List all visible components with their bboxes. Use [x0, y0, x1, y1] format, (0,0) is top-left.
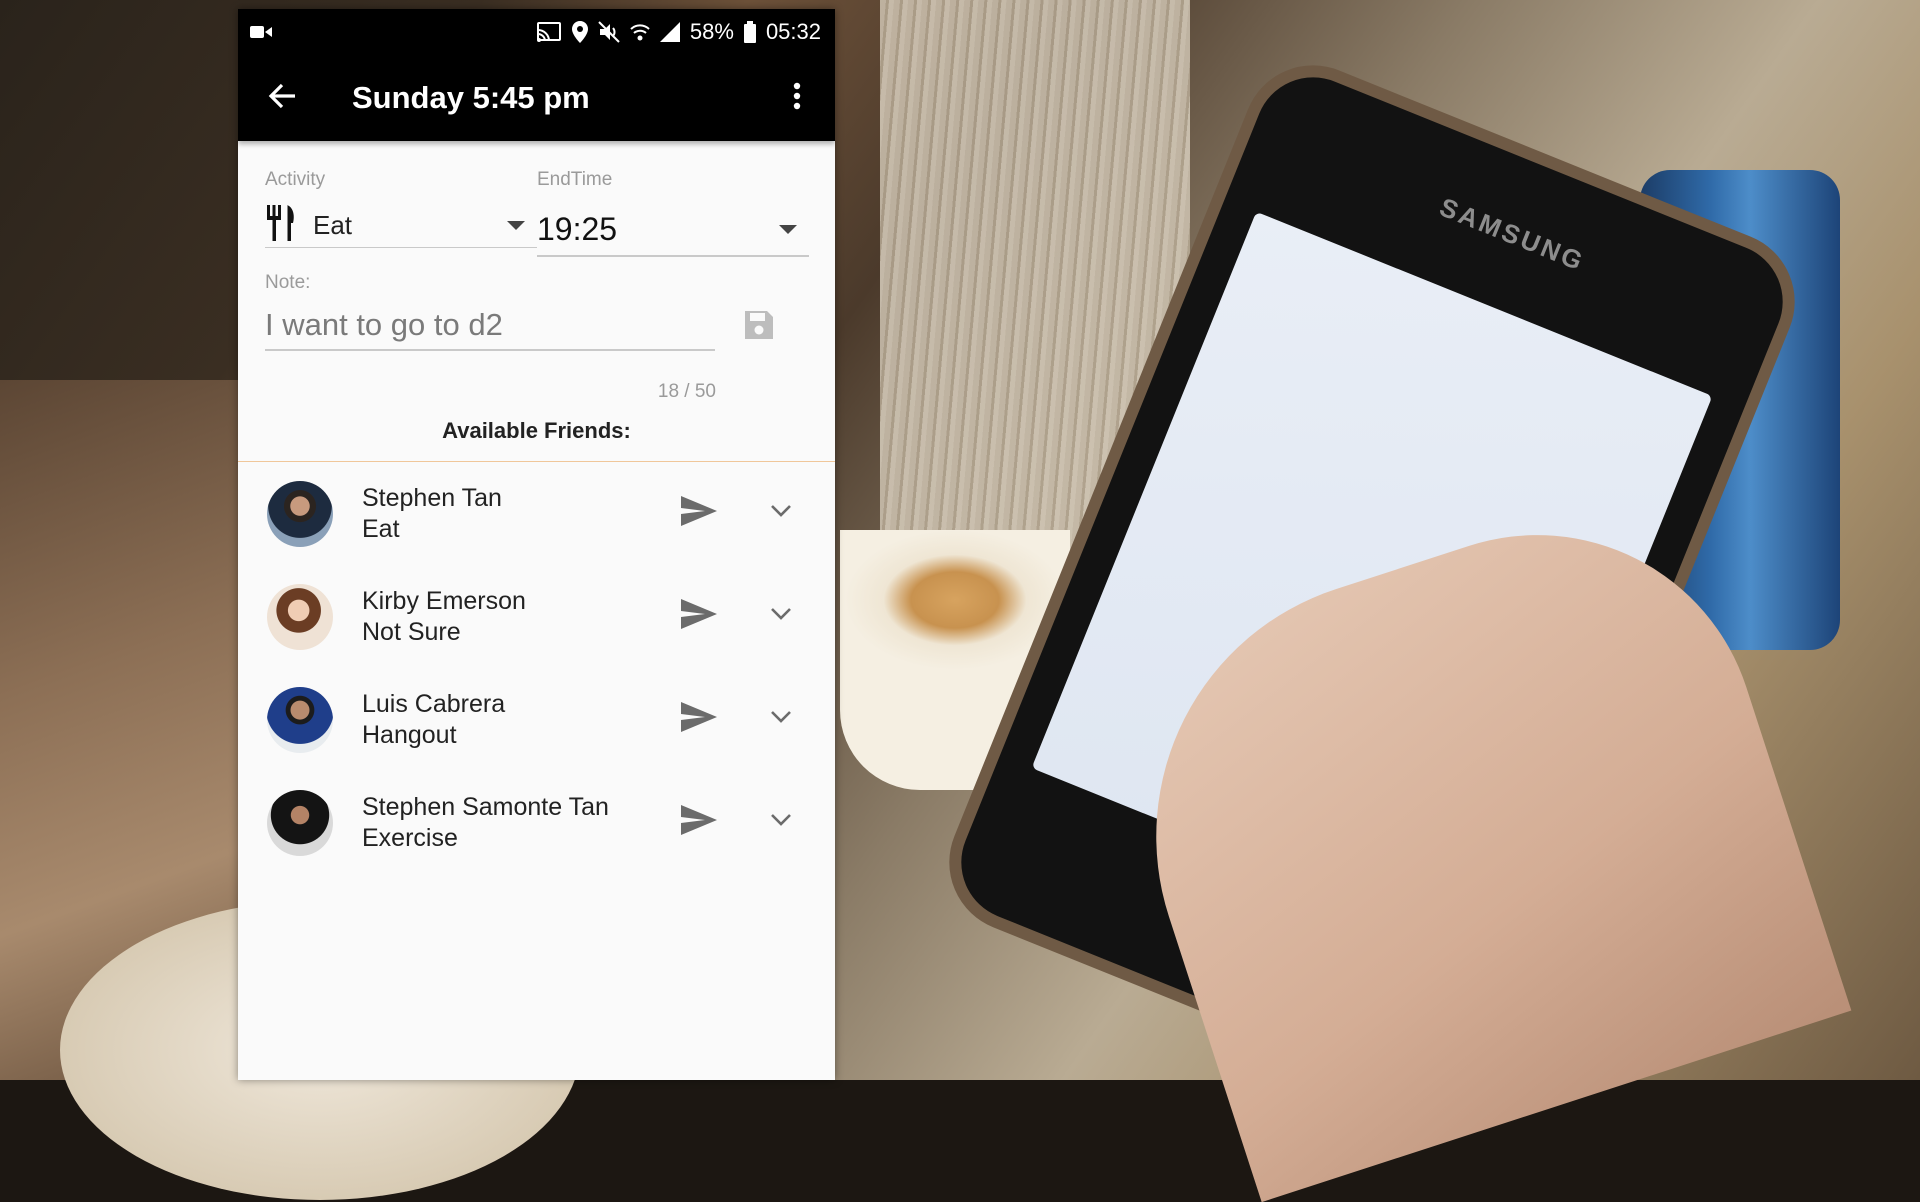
expand-button[interactable]: [764, 806, 798, 840]
back-button[interactable]: [262, 78, 302, 118]
page-title: Sunday 5:45 pm: [352, 80, 590, 115]
location-icon: [571, 21, 588, 43]
endtime-label: EndTime: [537, 169, 613, 190]
send-icon: [681, 702, 717, 737]
more-vert-icon: [793, 82, 801, 115]
save-icon: [743, 311, 775, 345]
avatar: [267, 686, 333, 753]
avatar: [267, 789, 333, 856]
send-invite-button[interactable]: [679, 494, 719, 534]
activity-caret-icon: [507, 220, 525, 230]
send-invite-button[interactable]: [679, 803, 719, 843]
endtime-dropdown[interactable]: 19:25: [537, 203, 809, 257]
signal-icon: [659, 22, 680, 42]
cast-icon: [536, 21, 562, 43]
avatar: [267, 583, 333, 650]
expand-button[interactable]: [764, 600, 798, 634]
app-screen: 58% 05:32 Sunday 5:45 pm Activity Eat En…: [238, 9, 835, 1080]
send-icon: [681, 599, 717, 634]
note-char-counter: 18 / 50: [657, 381, 716, 402]
endtime-value: 19:25: [537, 210, 618, 247]
friend-list: Stephen Tan Eat Kirby Emerson Not Sure L…: [238, 462, 835, 874]
endtime-caret-icon: [779, 224, 797, 234]
chevron-down-icon: [770, 710, 792, 729]
expand-button[interactable]: [764, 497, 798, 531]
battery-percent: 58%: [689, 19, 734, 44]
app-bar: Sunday 5:45 pm: [238, 55, 835, 141]
status-bar: 58% 05:32: [238, 9, 835, 55]
expand-button[interactable]: [764, 703, 798, 737]
chevron-down-icon: [770, 504, 792, 523]
chevron-down-icon: [770, 607, 792, 626]
save-note-button[interactable]: [743, 309, 777, 343]
clock: 05:32: [765, 19, 821, 44]
send-icon: [681, 805, 717, 840]
fork-knife-icon: [265, 204, 297, 246]
friends-heading: Available Friends:: [442, 418, 631, 443]
friend-row: Stephen Tan Eat: [238, 462, 835, 565]
avatar: [267, 480, 333, 547]
wifi-icon: [630, 22, 650, 42]
video-icon: [250, 24, 272, 40]
send-invite-button[interactable]: [679, 597, 719, 637]
note-label: Note:: [265, 272, 311, 293]
friend-row: Luis Cabrera Hangout: [238, 668, 835, 771]
chevron-down-icon: [770, 813, 792, 832]
battery-icon: [743, 21, 756, 43]
note-input[interactable]: [265, 301, 715, 351]
friend-row: Stephen Samonte Tan Exercise: [238, 771, 835, 874]
mute-icon: [598, 21, 620, 43]
activity-dropdown[interactable]: Eat: [265, 203, 537, 248]
friend-row: Kirby Emerson Not Sure: [238, 565, 835, 668]
back-arrow-icon: [267, 81, 297, 116]
send-icon: [681, 496, 717, 531]
send-invite-button[interactable]: [679, 700, 719, 740]
activity-value: Eat: [313, 209, 353, 240]
activity-form: Activity Eat EndTime 19:25 Note: 18 / 50…: [238, 141, 835, 461]
more-options-button[interactable]: [777, 78, 817, 118]
activity-label: Activity: [265, 169, 326, 190]
